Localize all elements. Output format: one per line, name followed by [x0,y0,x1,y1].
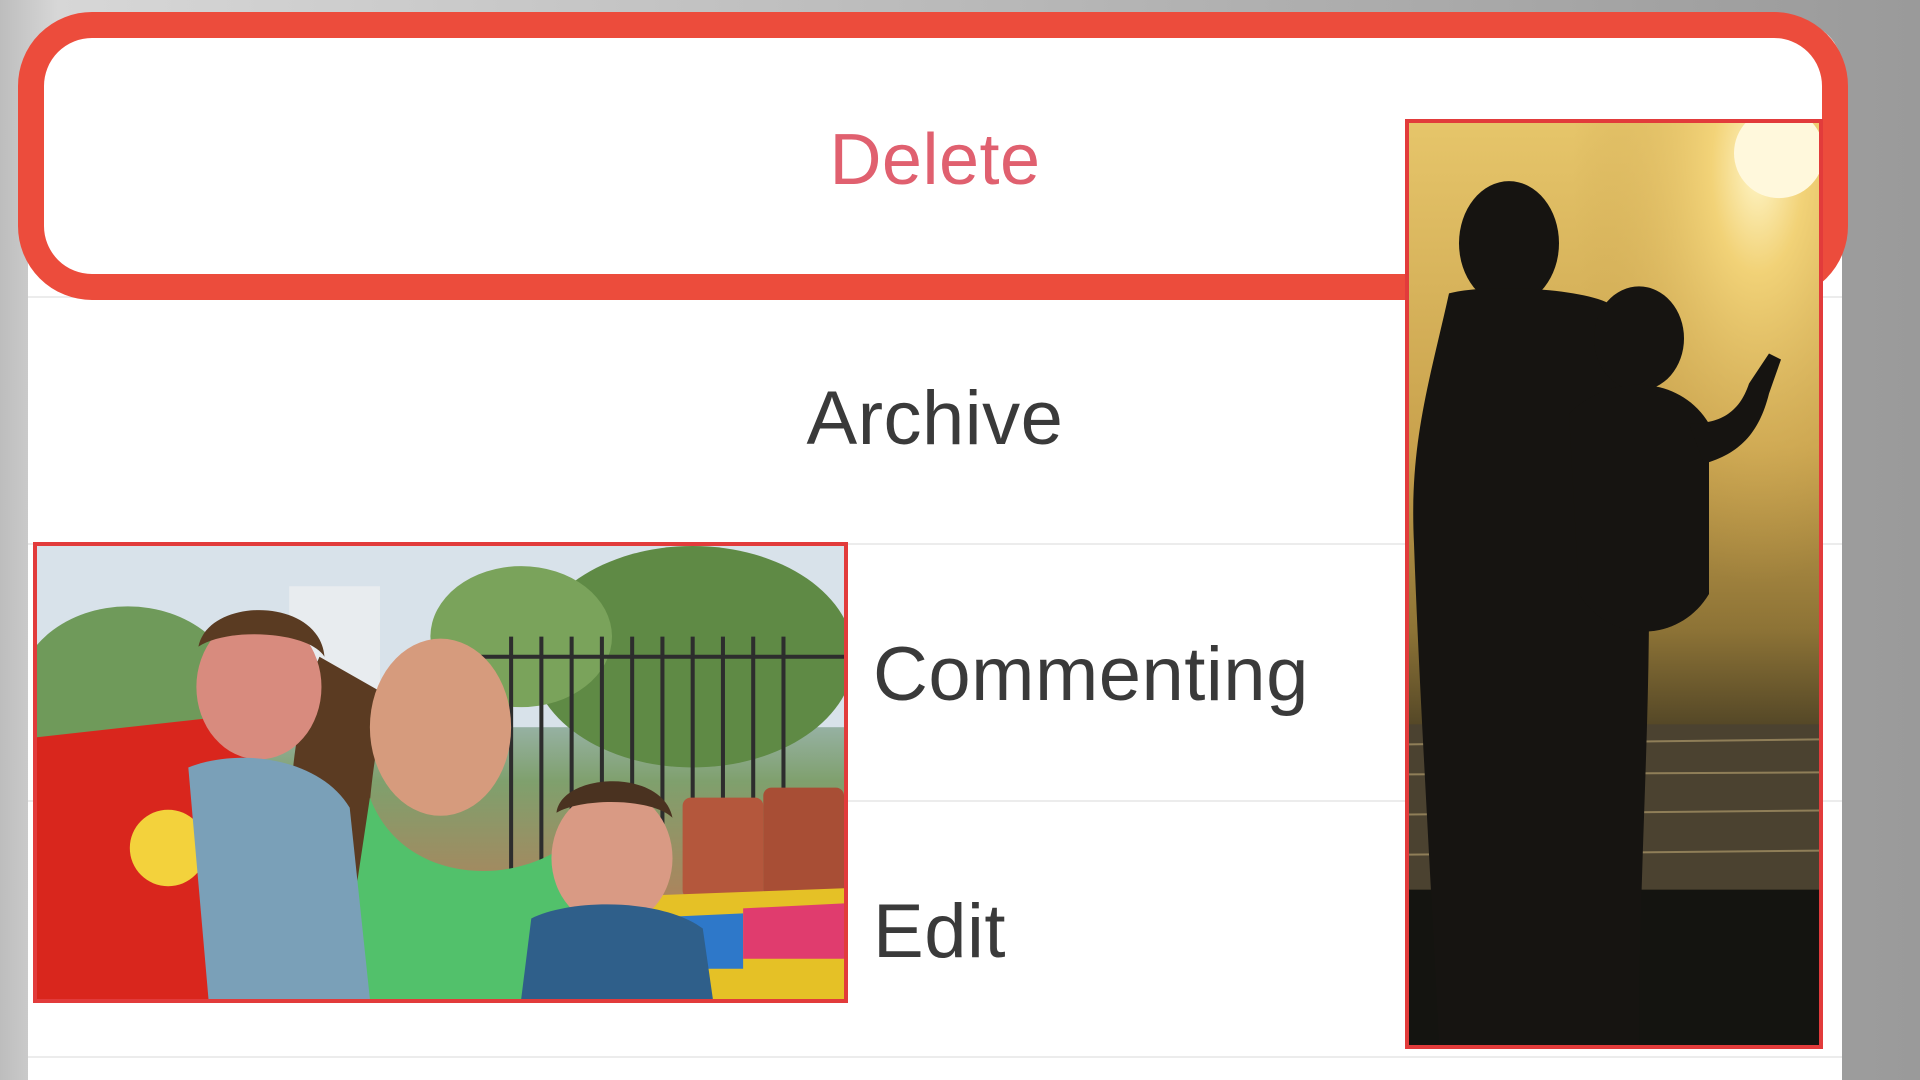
commenting-label: Commenting [873,631,1309,717]
family-holi-photo-illustration [37,546,844,999]
edit-label: Edit [873,888,1006,974]
divider [28,1056,1842,1058]
sunset-silhouette-photo [1405,119,1823,1049]
sunset-silhouette-illustration [1409,123,1819,1045]
archive-label: Archive [806,375,1064,461]
family-holi-photo [33,542,848,1003]
